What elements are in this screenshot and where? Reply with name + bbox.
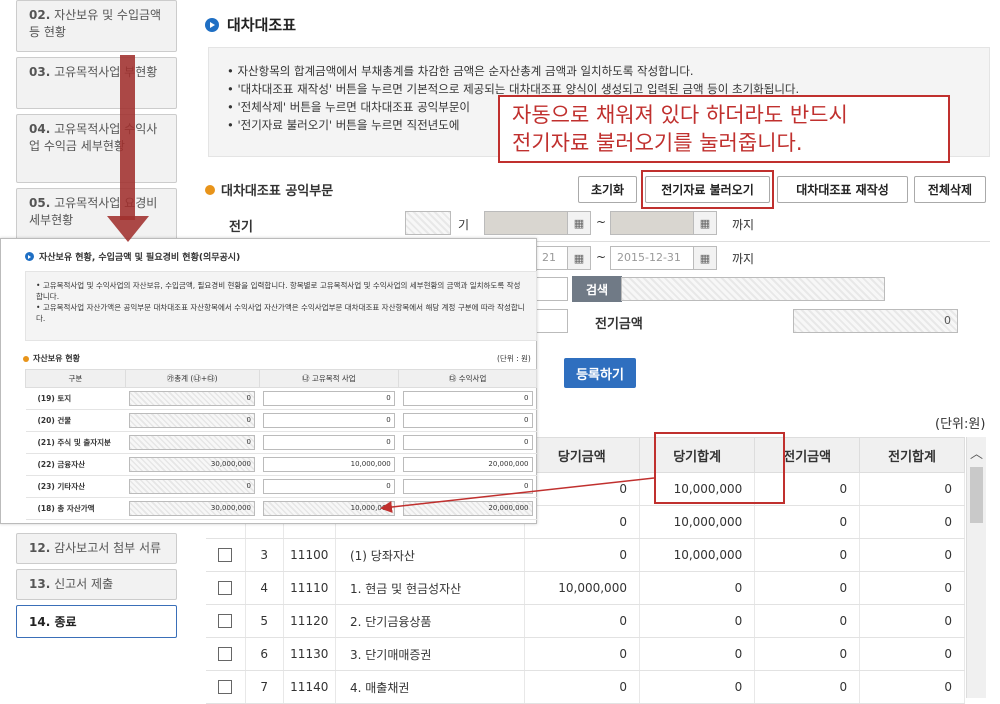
sidebar-item-own-purpose[interactable]: 03. 고유목적사업 부현황 (16, 57, 177, 109)
bullet-arrow-icon (25, 252, 34, 261)
down-arrow-icon (120, 55, 135, 220)
table-row: (20) 건물 0 0 0 (25, 409, 537, 432)
sidebar-item-end[interactable]: 14. 종료 (16, 605, 177, 638)
cur-end-date[interactable]: 2015-12-31 (610, 246, 694, 270)
prev-period-input[interactable] (405, 211, 451, 235)
table-row: 6 11130 3. 단기매매증권 0 0 0 0 (205, 637, 965, 671)
search-result-field (621, 277, 885, 301)
table-row: 5 11120 2. 단기금융상품 0 0 0 0 (205, 604, 965, 638)
page-title: 대차대조표 (205, 14, 296, 35)
overlay-title: 자산보유 현황, 수입금액 및 필요경비 현황(의무공시) (25, 250, 240, 263)
calendar-icon[interactable]: ▦ (693, 246, 717, 270)
table-row: (23) 기타자산 0 0 0 (25, 475, 537, 498)
table-row: (18) 총 자산가액 30,000,000 10,000,000 20,000… (25, 497, 537, 520)
sidebar-item-label: 감사보고서 첨부 서류 (54, 541, 162, 555)
row-checkbox[interactable] (218, 614, 233, 629)
search-field[interactable] (535, 277, 568, 301)
table-row: 3 11100 (1) 당좌자산 0 10,000,000 0 0 (205, 538, 965, 572)
row-checkbox[interactable] (218, 680, 233, 695)
calendar-icon[interactable]: ▦ (693, 211, 717, 235)
row-checkbox[interactable] (218, 647, 233, 662)
table-row: (21) 주식 및 출자지분 0 0 0 (25, 431, 537, 454)
rewrite-button[interactable]: 대차대조표 재작성 (777, 176, 908, 203)
prev-start-date[interactable] (484, 211, 568, 235)
bullet-arrow-icon (205, 17, 219, 32)
unit-label: (단위:원) (935, 417, 986, 432)
col-header: 전기합계 (859, 437, 965, 473)
col-header: 당기금액 (523, 437, 640, 473)
cur-start-date[interactable]: 21 (535, 246, 568, 270)
sidebar-item-assets[interactable]: 02. 자산보유 및 수입금액 등 현황 (16, 0, 177, 52)
section-title: 대차대조표 공익부문 (205, 180, 333, 199)
overlay-guide: 고유목적사업 및 수익사업의 자산보유, 수입금액, 필요경비 현황을 입력합니… (25, 271, 537, 341)
overlay-screenshot: 자산보유 현황, 수입금액 및 필요경비 현황(의무공시) 고유목적사업 및 수… (0, 238, 537, 524)
register-button[interactable]: 등록하기 (564, 358, 636, 388)
down-arrow-head-icon (107, 216, 149, 242)
search-button[interactable]: 검색 (572, 276, 622, 302)
table-row: (19) 토지 0 0 0 (25, 387, 537, 410)
sidebar-item-label: 신고서 제출 (54, 577, 114, 591)
calendar-icon[interactable]: ▦ (567, 211, 591, 235)
calendar-icon[interactable]: ▦ (567, 246, 591, 270)
overlay-asset-table: 구분 ㉮총계 (㉯+㉰) ㉯ 고유목적 사업 ㉰ 수익사업 (19) 토지 0 … (25, 369, 537, 520)
row-checkbox[interactable] (218, 581, 233, 596)
table-row: (22) 금융자산 30,000,000 10,000,000 20,000,0… (25, 453, 537, 476)
sidebar-item-label: 고유목적사업 부현황 (54, 65, 158, 79)
table-row: 7 11140 4. 매출채권 0 0 0 0 (205, 670, 965, 704)
overlay-subtitle: 자산보유 현황 (23, 353, 80, 364)
chevron-up-icon[interactable]: ︿ (967, 437, 986, 467)
prev-end-date[interactable] (610, 211, 694, 235)
delete-all-button[interactable]: 전체삭제 (914, 176, 986, 203)
bullet-dot-icon (23, 355, 29, 362)
annotation-callout: 자동으로 채워져 있다 하더라도 반드시 전기자료 불러오기를 눌러줍니다. (498, 95, 950, 163)
sidebar-item-submit[interactable]: 13. 신고서 제출 (16, 569, 177, 600)
prev-amount-field: 0 (793, 309, 958, 333)
row-checkbox[interactable] (218, 548, 233, 563)
annotation-frame-total (654, 432, 785, 504)
sidebar-item-revenue-detail[interactable]: 04. 고유목적사업 수익사업 수익금 세부현황 (16, 114, 177, 183)
sidebar: 02. 자산보유 및 수입금액 등 현황 03. 고유목적사업 부현황 04. … (16, 0, 177, 245)
reset-button[interactable]: 초기화 (578, 176, 637, 203)
table-row: 4 11110 1. 현금 및 현금성자산 10,000,000 0 0 0 (205, 571, 965, 605)
scroll-thumb[interactable] (970, 467, 983, 523)
sidebar-item-label: 종료 (54, 615, 77, 629)
sidebar-bottom: 12. 감사보고서 첨부 서류 13. 신고서 제출 14. 종료 (16, 533, 177, 643)
prev-period-row: 전기 기 ▦ ~ ▦ 까지 (205, 206, 990, 242)
bullet-dot-icon (205, 184, 215, 195)
sidebar-item-audit[interactable]: 12. 감사보고서 첨부 서류 (16, 533, 177, 564)
table-scrollbar[interactable]: ︿ (966, 437, 986, 698)
amount-field[interactable] (535, 309, 568, 333)
sidebar-item-expense-detail[interactable]: 05. 고유목적사업 요경비 세부현황 (16, 188, 177, 240)
annotation-frame (641, 170, 774, 209)
